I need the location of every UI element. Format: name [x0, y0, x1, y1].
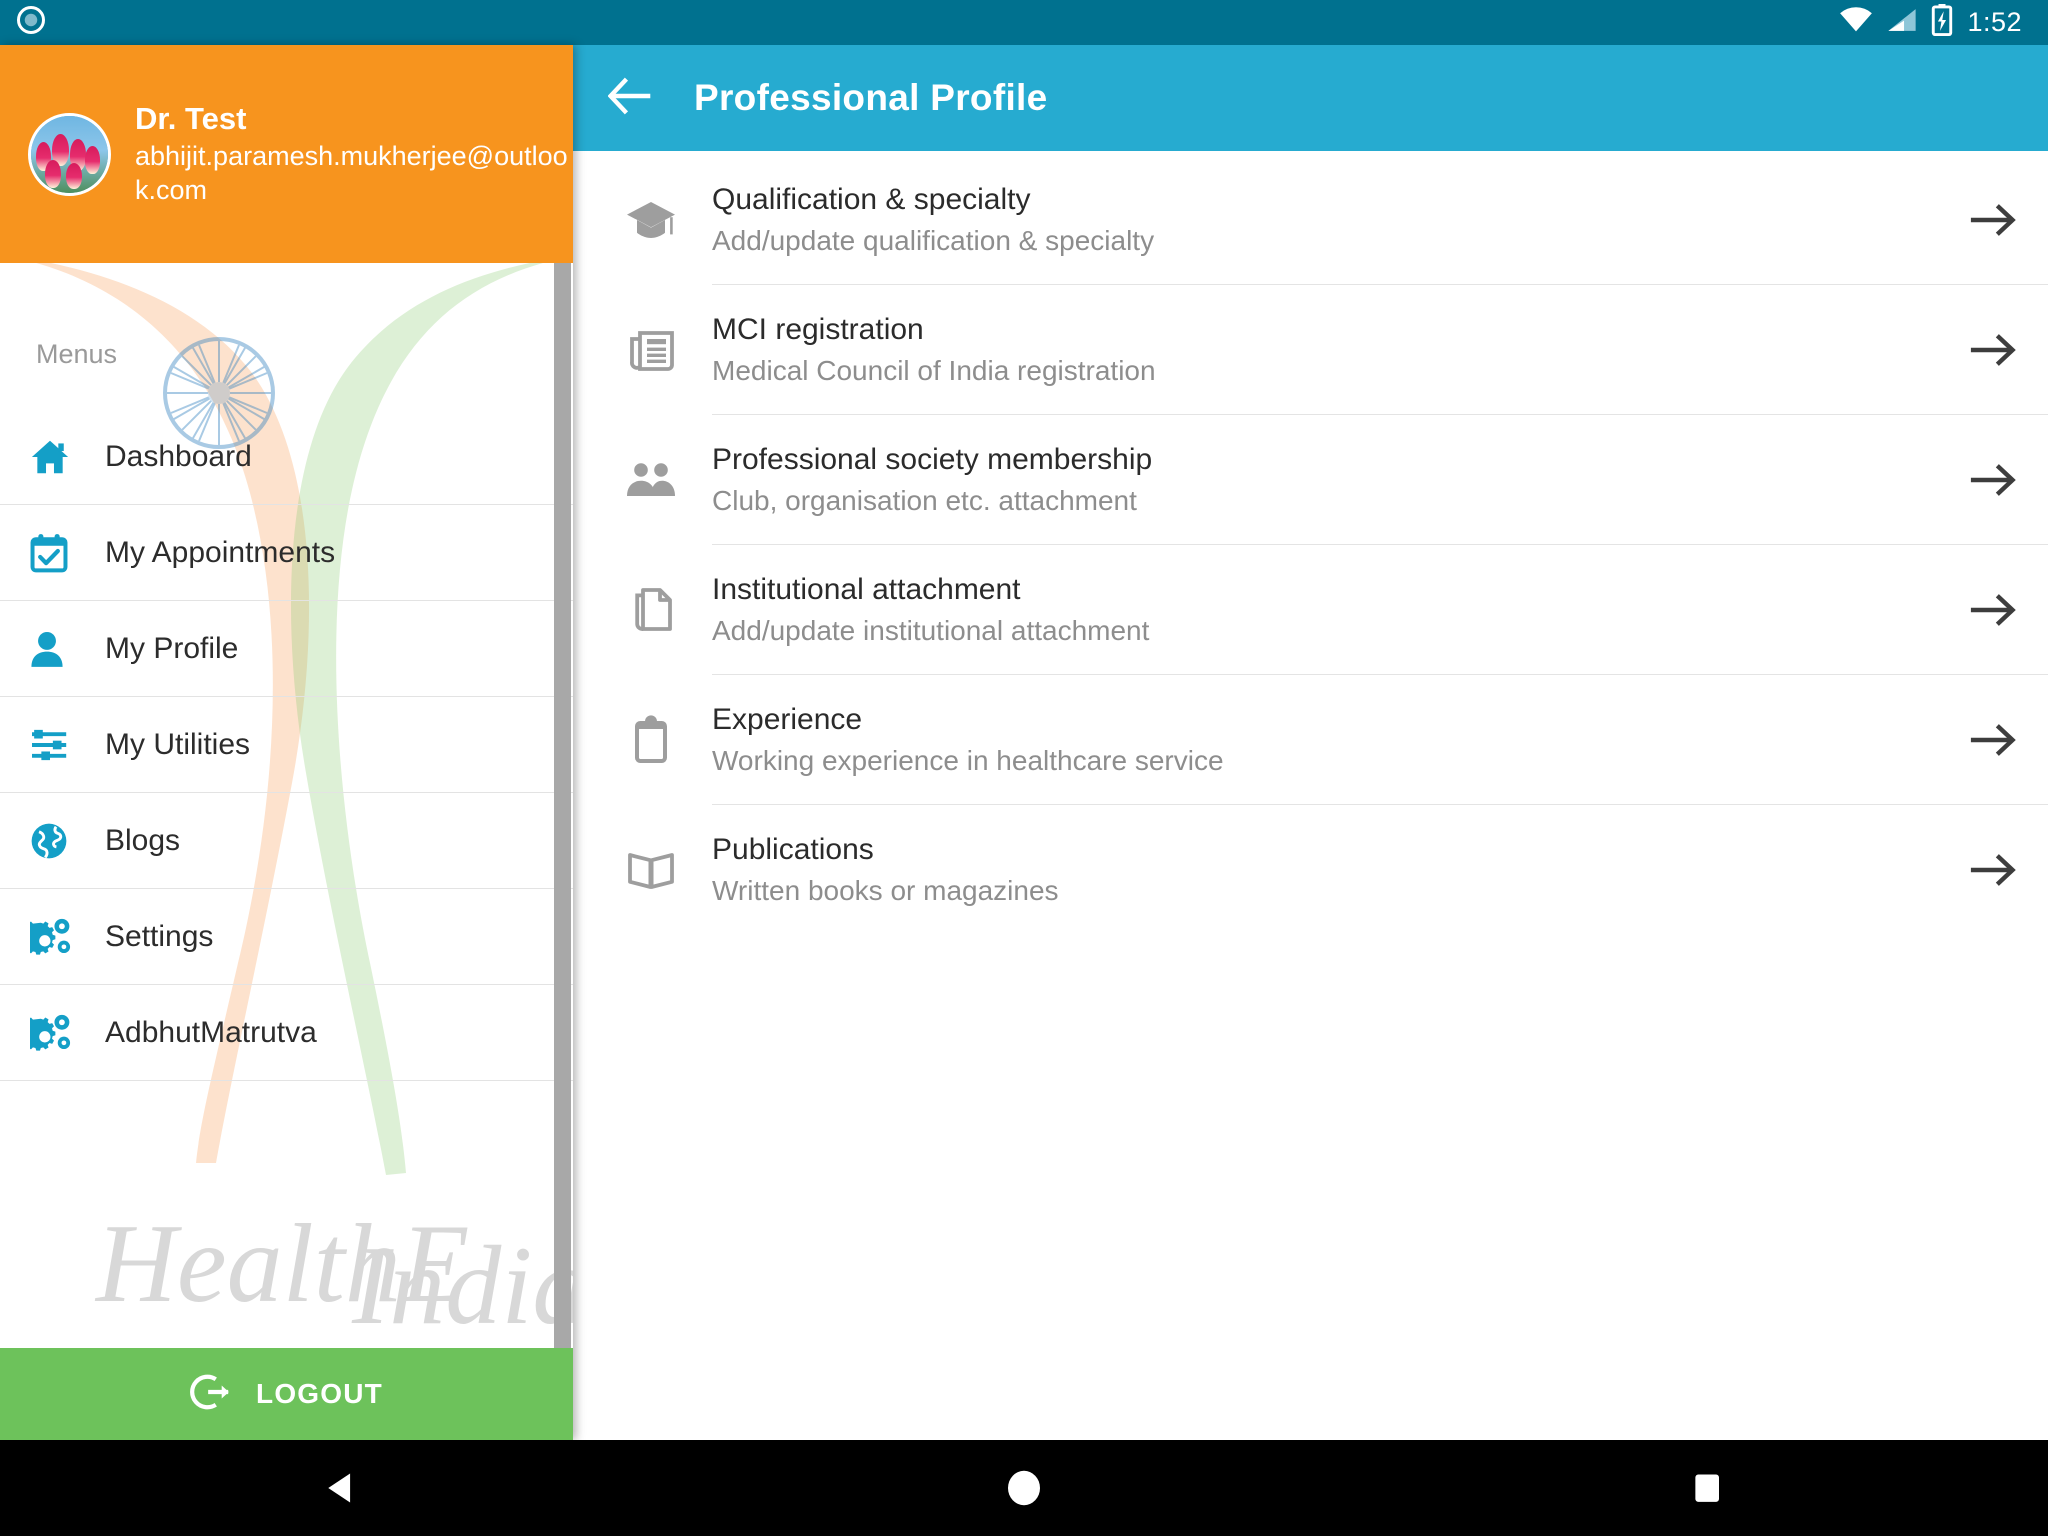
sidebar-item-my-appointments[interactable]: My Appointments — [0, 505, 573, 601]
content-pane: Professional Profile Qualification & spe… — [573, 45, 2048, 1440]
list-item-subtitle: Add/update institutional attachment — [712, 615, 1150, 647]
gears-icon — [30, 917, 92, 957]
arrow-right-icon[interactable] — [1938, 463, 2048, 497]
sidebar-item-label: AdbhutMatrutva — [105, 1015, 317, 1049]
list-item-subtitle: Medical Council of India registration — [712, 355, 1156, 387]
sidebar-item-dashboard[interactable]: Dashboard — [0, 409, 573, 505]
sidebar-item-label: My Appointments — [105, 535, 336, 569]
user-email: abhijit.paramesh.mukherjee@outlook.com — [135, 140, 568, 206]
open-book-icon — [611, 849, 691, 891]
list-item-subtitle: Written books or magazines — [712, 875, 1059, 907]
arrow-right-icon[interactable] — [1938, 203, 2048, 237]
navigation-drawer: HealthE India Dr. Test abhijit.paramesh.… — [0, 45, 573, 1440]
sidebar-item-label: My Utilities — [105, 727, 251, 761]
back-arrow-icon[interactable] — [607, 77, 652, 120]
list-item-text: Professional society membership Club, or… — [712, 440, 1938, 520]
list-item-text: Experience Working experience in healthc… — [712, 700, 1938, 780]
menus-section-label: Menus — [36, 339, 118, 369]
avatar-detail — [84, 146, 101, 175]
logout-button[interactable]: LOGOUT — [0, 1348, 573, 1440]
arrow-right-icon[interactable] — [1938, 853, 2048, 887]
android-back-icon[interactable] — [0, 1440, 682, 1536]
profile-section-list: Qualification & specialty Add/update qua… — [573, 151, 2048, 935]
arrow-right-icon[interactable] — [1938, 333, 2048, 367]
list-item-mci-registration[interactable]: MCI registration Medical Council of Indi… — [573, 285, 2048, 415]
sidebar-item-label: Settings — [105, 919, 214, 953]
graduation-cap-icon — [611, 198, 691, 242]
android-home-icon[interactable] — [683, 1440, 1365, 1536]
sliders-icon — [30, 727, 92, 763]
sidebar-item-label: Dashboard — [105, 439, 252, 473]
sidebar-item-my-profile[interactable]: My Profile — [0, 601, 573, 697]
list-item-title: Professional society membership — [712, 442, 1153, 476]
avatar[interactable] — [28, 112, 111, 196]
list-item-title: Experience — [712, 702, 863, 736]
status-bar-right: 1:52 — [1839, 4, 2022, 41]
sidebar-item-adbhutmatrutva[interactable]: AdbhutMatrutva — [0, 985, 573, 1081]
globe-icon — [30, 822, 92, 860]
app-bar: Professional Profile — [573, 45, 2048, 151]
list-item-publications[interactable]: Publications Written books or magazines — [573, 805, 2048, 935]
arrow-right-icon[interactable] — [1938, 593, 2048, 627]
app-screen: 1:52 Professional Profile Qualification … — [0, 0, 2048, 1536]
list-item-subtitle: Add/update qualification & specialty — [712, 225, 1155, 257]
status-bar: 1:52 — [0, 0, 2048, 45]
android-navigation-bar — [0, 1440, 2048, 1536]
list-item-society-membership[interactable]: Professional society membership Club, or… — [573, 415, 2048, 545]
newspaper-icon — [611, 327, 691, 373]
circle-notification-icon — [16, 5, 46, 40]
drawer-scrollbar[interactable] — [554, 263, 571, 1393]
logout-label: LOGOUT — [256, 1378, 383, 1409]
list-item-subtitle: Working experience in healthcare service — [712, 745, 1224, 777]
list-item-experience[interactable]: Experience Working experience in healthc… — [573, 675, 2048, 805]
svg-text:India: India — [351, 1224, 573, 1348]
list-item-text: Institutional attachment Add/update inst… — [712, 570, 1938, 650]
calendar-check-icon — [30, 533, 92, 573]
list-item-text: MCI registration Medical Council of Indi… — [712, 310, 1938, 390]
avatar-detail — [65, 163, 82, 190]
user-name: Dr. Test — [135, 101, 247, 137]
clipboard-icon — [611, 715, 691, 765]
list-item-title: Qualification & specialty — [712, 182, 1031, 216]
people-group-icon — [611, 460, 691, 500]
drawer-user-info: Dr. Test abhijit.paramesh.mukherjee@outl… — [135, 100, 573, 208]
home-icon — [30, 438, 92, 476]
list-item-qualification-specialty[interactable]: Qualification & specialty Add/update qua… — [573, 155, 2048, 285]
document-icon — [611, 585, 691, 635]
list-item-text: Qualification & specialty Add/update qua… — [712, 180, 1938, 260]
sidebar-item-my-utilities[interactable]: My Utilities — [0, 697, 573, 793]
list-item-subtitle: Club, organisation etc. attachment — [712, 485, 1137, 517]
sidebar-item-label: Blogs — [105, 823, 181, 857]
drawer-menu-list: Dashboard My Appointments My Profile My … — [0, 409, 573, 1081]
arrow-right-icon[interactable] — [1938, 723, 2048, 757]
list-item-institutional-attachment[interactable]: Institutional attachment Add/update inst… — [573, 545, 2048, 675]
status-bar-left — [16, 5, 46, 40]
cellular-signal-icon — [1887, 7, 1917, 38]
status-bar-clock: 1:52 — [1967, 7, 2022, 37]
person-icon — [30, 630, 92, 668]
avatar-detail — [44, 160, 62, 188]
sidebar-item-settings[interactable]: Settings — [0, 889, 573, 985]
list-item-title: MCI registration — [712, 312, 924, 346]
sidebar-item-label: My Profile — [105, 631, 239, 665]
svg-text:HealthE: HealthE — [94, 1202, 469, 1326]
list-item-title: Institutional attachment — [712, 572, 1021, 606]
battery-charging-icon — [1931, 4, 1953, 41]
drawer-account-header[interactable]: Dr. Test abhijit.paramesh.mukherjee@outl… — [0, 45, 573, 263]
gears-icon — [30, 1013, 92, 1053]
page-title: Professional Profile — [694, 77, 1048, 118]
sign-out-icon — [190, 1371, 232, 1418]
wifi-icon — [1839, 7, 1873, 38]
sidebar-item-blogs[interactable]: Blogs — [0, 793, 573, 889]
list-item-text: Publications Written books or magazines — [712, 830, 1938, 910]
android-recents-icon[interactable] — [1366, 1440, 2048, 1536]
list-item-title: Publications — [712, 832, 874, 866]
